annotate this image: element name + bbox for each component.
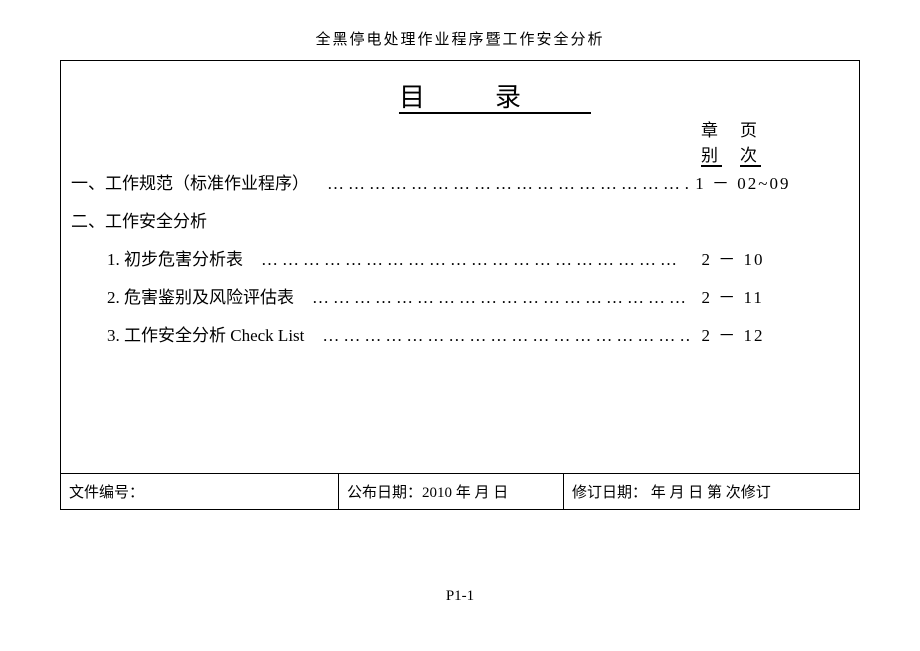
toc-content: 一、工作规范（标准作业程序） …………………………………………………… 1 － …	[71, 169, 849, 359]
entry-label: 二、工作安全分析	[71, 207, 207, 232]
content-frame: 目录 章 页 别 次 一、工作规范（标准作业程序） ………………………………………	[60, 60, 860, 510]
entry-dots: ……………………………………………………	[304, 326, 689, 346]
entry-label: 2. 危害鉴别及风险评估表	[71, 283, 294, 308]
entry-dots: ……………………………………………………	[309, 174, 689, 194]
entry-label: 一、工作规范（标准作业程序）	[71, 169, 309, 194]
entry-label: 1. 初步危害分析表	[71, 245, 243, 270]
toc-entry: 二、工作安全分析	[71, 207, 849, 231]
entry-ref: 1 － 02~09	[689, 169, 849, 194]
entry-label: 3. 工作安全分析 Check List	[71, 321, 304, 346]
header-chapter-top: 章	[701, 116, 722, 141]
toc-title: 目录	[61, 61, 859, 114]
toc-entry: 3. 工作安全分析 Check List ……………………………………………………	[71, 321, 849, 345]
entry-ref: 2 － 11	[689, 283, 849, 308]
toc-entry: 1. 初步危害分析表 …………………………………………………… 2 － 10	[71, 245, 849, 269]
footer-row: 文件编号： 公布日期：2010 年 月 日 修订日期： 年 月 日 第 次修订	[61, 473, 859, 509]
header-page-bot: 次	[740, 141, 761, 166]
footer-doc-no: 文件编号：	[61, 474, 339, 509]
header-chapter-bot: 别	[701, 141, 722, 166]
page-number: P1-1	[0, 588, 920, 605]
footer-revise-date: 修订日期： 年 月 日 第 次修订	[564, 474, 859, 509]
entry-dots: ……………………………………………………	[294, 288, 689, 308]
toc-entry: 一、工作规范（标准作业程序） …………………………………………………… 1 － …	[71, 169, 849, 193]
document-header-title: 全黑停电处理作业程序暨工作安全分析	[0, 0, 920, 49]
entry-ref: 2 － 12	[689, 321, 849, 346]
column-headers: 章 页 别 次	[701, 116, 761, 166]
toc-entry: 2. 危害鉴别及风险评估表 …………………………………………………… 2 － 1…	[71, 283, 849, 307]
entry-ref: 2 － 10	[689, 245, 849, 270]
entry-dots: ……………………………………………………	[243, 250, 689, 270]
footer-publish-date: 公布日期：2010 年 月 日	[339, 474, 564, 509]
header-page-top: 页	[740, 116, 761, 141]
